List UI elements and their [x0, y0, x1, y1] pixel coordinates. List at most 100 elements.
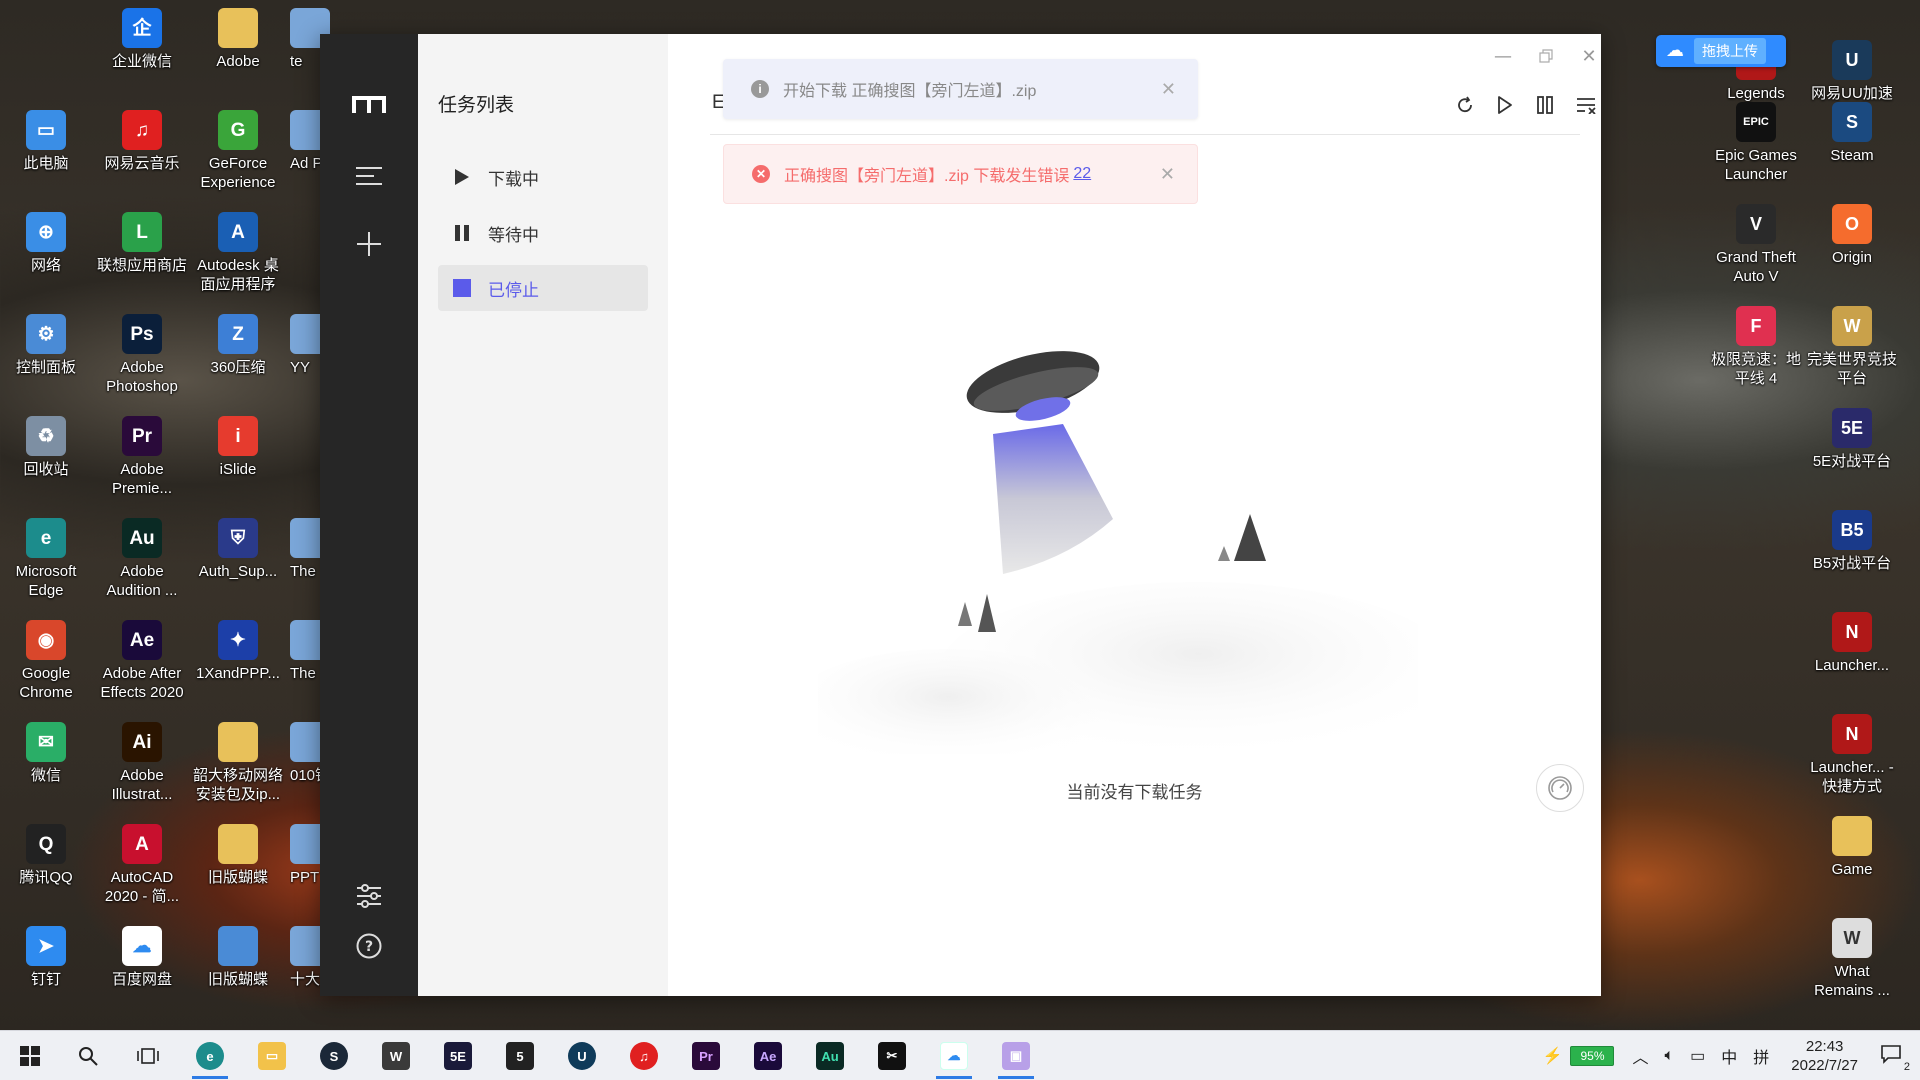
desktop-icon-autocad[interactable]: A AutoCAD 2020 - 简... [94, 824, 190, 906]
desktop-icon-illustrator[interactable]: Ai Adobe Illustrat... [94, 722, 190, 804]
taskbar-b5[interactable]: 5 [498, 1036, 542, 1076]
desktop-icon-label: Adobe After Effects 2020 [100, 665, 184, 701]
taskbar-5e[interactable]: 5E [436, 1036, 480, 1076]
error-code-link[interactable]: 22 [1073, 165, 1091, 183]
info-toast: i 开始下载 正确搜图【旁门左道】.zip ✕ [723, 59, 1198, 119]
ime-mode[interactable]: 中 [1721, 1044, 1737, 1068]
task-view-icon[interactable] [126, 1036, 170, 1076]
info-toast-close-icon[interactable]: ✕ [1161, 79, 1176, 100]
speedometer-button[interactable] [1536, 764, 1584, 812]
taskbar-premiere[interactable]: Pr [684, 1036, 728, 1076]
error-toast-close-icon[interactable]: ✕ [1160, 164, 1175, 185]
after-effects-icon: Ae [122, 620, 162, 660]
desktop-icon-label: Steam [1830, 147, 1874, 164]
desktop-icon-islide[interactable]: i iSlide [190, 416, 286, 479]
taskbar-capcut[interactable]: ✂ [870, 1036, 914, 1076]
settings-sliders-icon[interactable] [320, 872, 418, 920]
info-toast-text: 开始下载 正确搜图【旁门左道】.zip [783, 83, 1037, 100]
taskbar-file-explorer[interactable]: ▭ [250, 1036, 294, 1076]
chevron-up-icon[interactable]: ︿ [1632, 1044, 1648, 1068]
desktop-icon-what-remains[interactable]: W What Remains ... [1804, 918, 1900, 1000]
desktop-icon-wechat[interactable]: ✉ 微信 [0, 722, 94, 785]
desktop-icon-b5-platform[interactable]: B5 B5对战平台 [1804, 510, 1900, 573]
menu-icon[interactable] [320, 152, 418, 200]
help-icon[interactable]: ? [320, 922, 418, 970]
desktop-icon-qq[interactable]: Q 腾讯QQ [0, 824, 94, 887]
desktop-icon-dingtalk[interactable]: ➤ 钉钉 [0, 926, 94, 989]
taskbar-perfect-world[interactable]: W [374, 1036, 418, 1076]
desktop-icon-after-effects[interactable]: Ae Adobe After Effects 2020 [94, 620, 190, 702]
desktop-icon-game-folder[interactable]: Game [1804, 816, 1900, 879]
desktop-icon-this-pc[interactable]: ▭ 此电脑 [0, 110, 94, 173]
desktop-icon-label: Auth_Sup... [198, 563, 278, 580]
desktop-icon-premiere[interactable]: Pr Adobe Premie... [94, 416, 190, 498]
desktop-icon-audition[interactable]: Au Adobe Audition ... [94, 518, 190, 600]
xandppp-icon: ✦ [218, 620, 258, 660]
app-logo-icon [320, 80, 418, 128]
clock[interactable]: 22:43 2022/7/27 [1791, 1037, 1858, 1075]
desktop-icon-edge[interactable]: e Microsoft Edge [0, 518, 94, 600]
desktop-icon-label: 钉钉 [30, 971, 61, 988]
upload-badge[interactable]: ☁ 拖拽上传 [1656, 35, 1786, 67]
desktop-icon-photoshop[interactable]: Ps Adobe Photoshop [94, 314, 190, 396]
add-task-icon[interactable] [320, 220, 418, 268]
minimize-button[interactable]: — [1485, 42, 1521, 70]
taskbar-audition[interactable]: Au [808, 1036, 852, 1076]
close-button[interactable]: ✕ [1571, 42, 1607, 70]
desktop-icon-auth-sup[interactable]: ⛨ Auth_Sup... [190, 518, 286, 581]
desktop-icon-wecom[interactable]: 企企业微信 [94, 8, 190, 71]
nav-item-downloading[interactable]: 下载中 [438, 154, 648, 200]
notification-center-icon[interactable]: 2 [1880, 1044, 1910, 1073]
refresh-icon[interactable] [1450, 90, 1480, 120]
desktop-icon-launcher-1[interactable]: N Launcher... [1804, 612, 1900, 675]
desktop-icon-launcher-2[interactable]: N Launcher... - 快捷方式 [1804, 714, 1900, 796]
desktop-icon-5e-platform[interactable]: 5E 5E对战平台 [1804, 408, 1900, 471]
desktop-icon-control-panel[interactable]: ⚙ 控制面板 [0, 314, 94, 377]
desktop-icon-360zip[interactable]: Z 360压缩 [190, 314, 286, 377]
taskbar-uu[interactable]: U [560, 1036, 604, 1076]
recycle-bin-icon: ♻ [26, 416, 66, 456]
network-icon[interactable]: ▭ [1690, 1046, 1705, 1066]
desktop-icon-origin[interactable]: O Origin [1804, 204, 1900, 267]
desktop-icon-adobe-folder[interactable]: Adobe [190, 8, 286, 71]
folder-network-icon [218, 722, 258, 762]
ime-pinyin[interactable]: 拼 [1753, 1044, 1769, 1068]
desktop-icon-autodesk-desktop[interactable]: A Autodesk 桌面应用程序 [190, 212, 286, 294]
resume-all-icon[interactable] [1490, 90, 1520, 120]
maximize-button[interactable] [1528, 42, 1564, 70]
taskbar-baidu-netdisk[interactable]: ☁ [932, 1036, 976, 1079]
search-icon[interactable] [66, 1036, 110, 1076]
wechat-icon: ✉ [26, 722, 66, 762]
desktop-icon-xandppp[interactable]: ✦ 1XandPPP... [190, 620, 286, 683]
volume-icon[interactable]: 🔈︎ [1665, 1047, 1675, 1065]
desktop-icon-folder-network[interactable]: 韶大移动网络 安装包及ip... [190, 722, 286, 804]
desktop-icon-geforce[interactable]: G GeForce Experience [190, 110, 286, 192]
nav-item-stopped[interactable]: 已停止 [438, 265, 648, 311]
taskbar-motrix[interactable]: ▣ [994, 1036, 1038, 1079]
clear-list-icon[interactable] [1571, 90, 1601, 120]
desktop-icon-netease-music[interactable]: ♫ 网易云音乐 [94, 110, 190, 173]
taskbar-edge[interactable]: e [188, 1036, 232, 1079]
desktop-icon-old-butterfly-2[interactable]: 旧版蝴蝶 [190, 926, 286, 989]
perfect-world-icon: W [1832, 306, 1872, 346]
desktop-icon-epic-games[interactable]: EPIC Epic Games Launcher [1708, 102, 1804, 184]
taskbar-netease-music[interactable]: ♫ [622, 1036, 666, 1076]
battery-indicator[interactable]: 95% [1570, 1046, 1615, 1066]
pause-all-icon[interactable] [1530, 90, 1560, 120]
desktop-icon-perfect-world[interactable]: W 完美世界竞技平台 [1804, 306, 1900, 388]
desktop-icon-old-butterfly-1[interactable]: 旧版蝴蝶 [190, 824, 286, 887]
desktop-icon-chrome[interactable]: ◉ Google Chrome [0, 620, 94, 702]
start-button[interactable] [8, 1036, 52, 1076]
desktop-icon-network[interactable]: ⊕ 网络 [0, 212, 94, 275]
taskbar-steam[interactable]: S [312, 1036, 356, 1076]
desktop-icon-lenovo-store[interactable]: L 联想应用商店 [94, 212, 190, 275]
desktop-icon-recycle-bin[interactable]: ♻ 回收站 [0, 416, 94, 479]
nav-item-label: 下载中 [488, 169, 539, 189]
nav-item-label: 已停止 [488, 280, 539, 300]
taskbar-after-effects[interactable]: Ae [746, 1036, 790, 1076]
desktop-icon-baidu-netdisk[interactable]: ☁ 百度网盘 [94, 926, 190, 989]
desktop-icon-forza-horizon-4[interactable]: F 极限竞速：地平线 4 [1708, 306, 1804, 388]
nav-item-waiting[interactable]: 等待中 [438, 210, 648, 256]
desktop-icon-steam[interactable]: S Steam [1804, 102, 1900, 165]
desktop-icon-gta-v[interactable]: V Grand Theft Auto V [1708, 204, 1804, 286]
